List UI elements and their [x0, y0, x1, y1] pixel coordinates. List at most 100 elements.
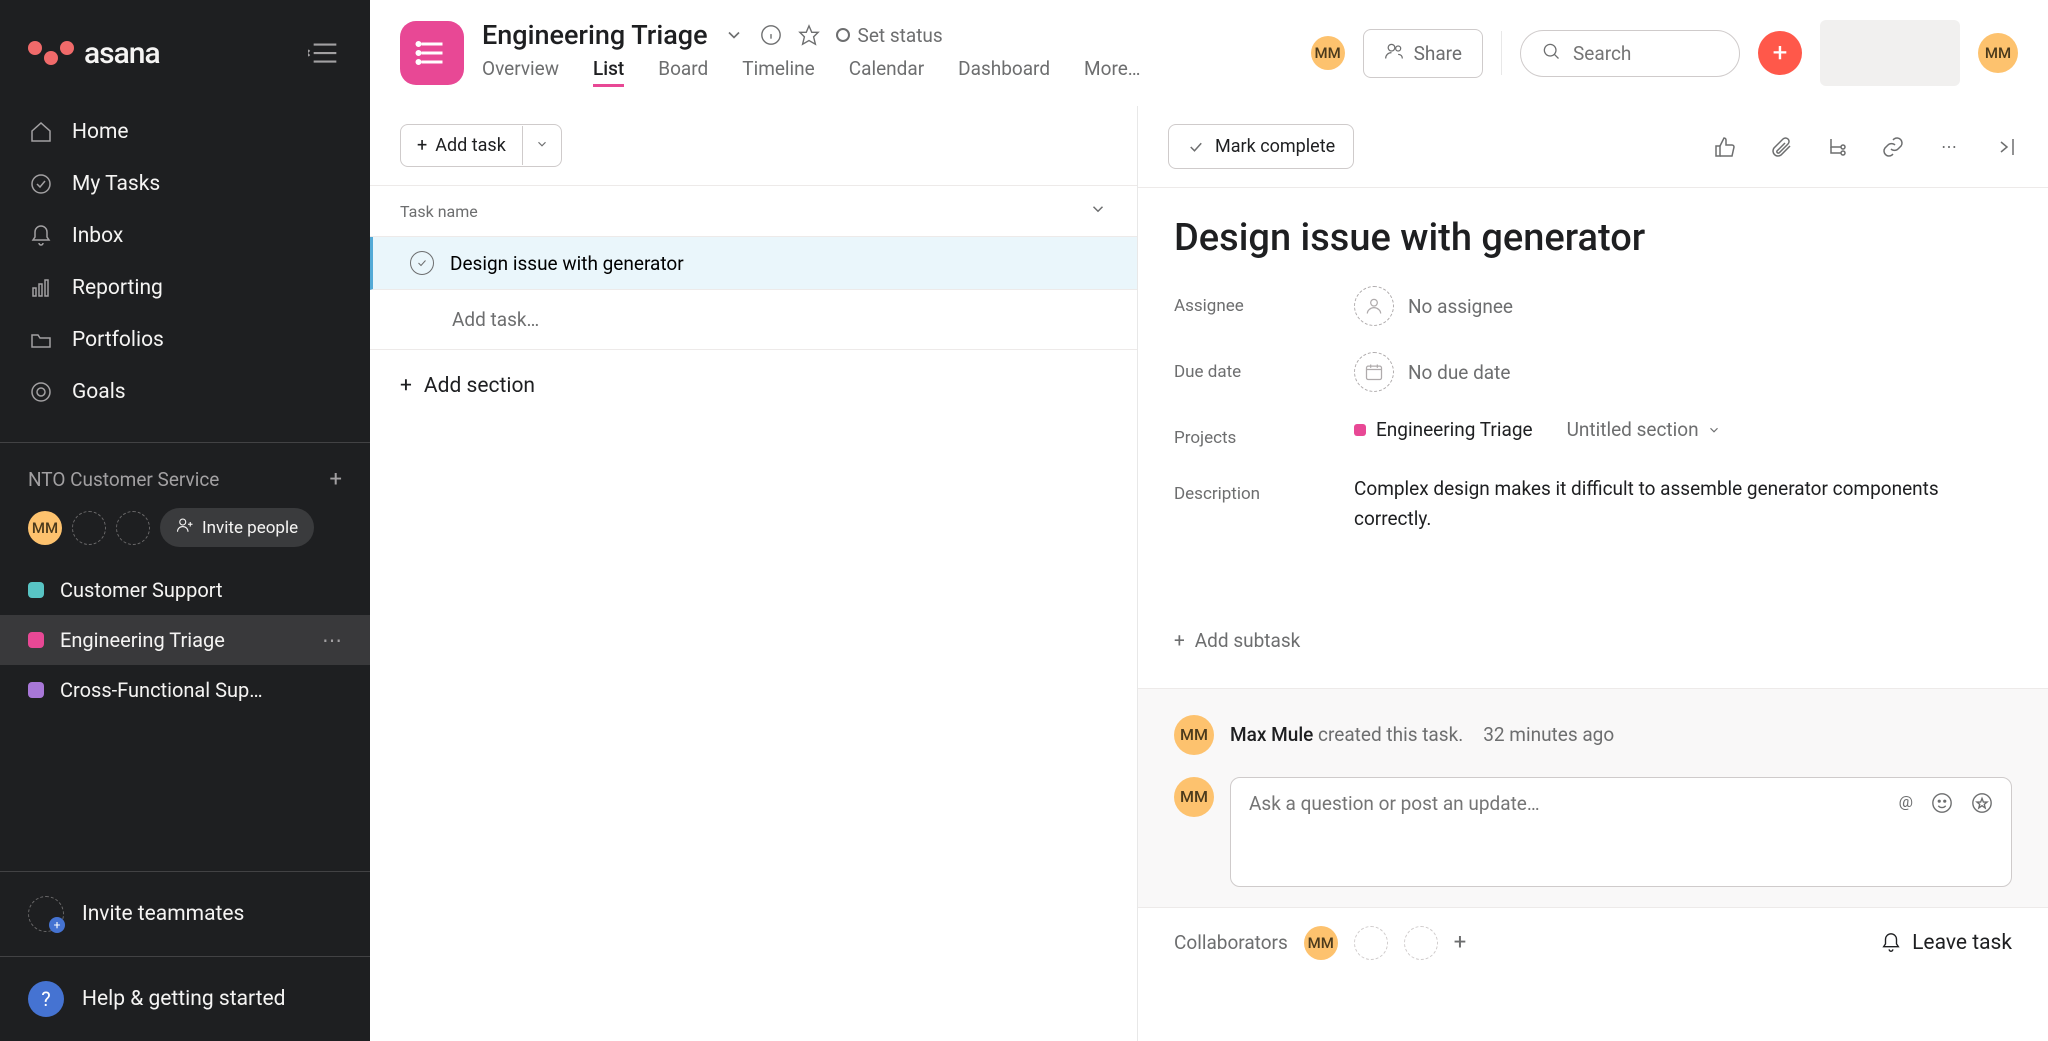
set-status-button[interactable]: Set status — [836, 24, 943, 47]
add-task-row[interactable]: Add task… — [370, 290, 1137, 350]
header-member-avatar[interactable]: MM — [1311, 36, 1345, 70]
plus-icon: + — [400, 374, 412, 398]
columns-header: Task name — [370, 186, 1137, 237]
collapse-sidebar-button[interactable] — [308, 36, 342, 70]
subtask-icon[interactable] — [1824, 134, 1850, 160]
user-icon — [1354, 286, 1394, 326]
tab-more[interactable]: More… — [1084, 57, 1140, 87]
tab-list[interactable]: List — [593, 57, 624, 87]
empty-collaborator[interactable] — [1404, 926, 1438, 960]
chevron-down-icon — [1707, 423, 1721, 437]
project-chip[interactable]: Engineering Triage — [1354, 418, 1533, 441]
target-icon — [28, 379, 54, 405]
plus-icon: + — [417, 135, 427, 156]
project-customer-support[interactable]: Customer Support — [0, 565, 370, 615]
star-icon[interactable] — [1971, 792, 1993, 818]
help-button[interactable]: ? Help & getting started — [0, 957, 370, 1041]
bar-chart-icon — [28, 275, 54, 301]
mention-icon[interactable]: @ — [1899, 792, 1913, 811]
invite-people-button[interactable]: Invite people — [160, 508, 314, 547]
nav-label: Goals — [72, 380, 126, 404]
folder-icon — [28, 327, 54, 353]
mark-complete-button[interactable]: Mark complete — [1168, 124, 1354, 169]
search-field[interactable] — [1573, 42, 1719, 65]
user-avatar[interactable]: MM — [1978, 33, 2018, 73]
global-add-button[interactable]: + — [1758, 31, 1802, 75]
project-cross-functional[interactable]: Cross-Functional Sup… — [0, 665, 370, 715]
add-task-caret[interactable] — [522, 126, 561, 165]
tab-board[interactable]: Board — [658, 57, 708, 87]
empty-collaborator[interactable] — [1354, 926, 1388, 960]
attachment-icon[interactable] — [1768, 134, 1794, 160]
search-icon — [1541, 41, 1561, 66]
section-selector[interactable]: Untitled section — [1567, 418, 1721, 441]
description-label: Description — [1174, 474, 1304, 504]
member-avatar[interactable]: MM — [28, 511, 62, 545]
upgrade-placeholder[interactable] — [1820, 20, 1960, 86]
home-icon — [28, 119, 54, 145]
project-engineering-triage[interactable]: Engineering Triage ⋯ — [0, 615, 370, 665]
nav-portfolios[interactable]: Portfolios — [0, 314, 370, 366]
column-menu-icon[interactable] — [1089, 200, 1107, 222]
nav-goals[interactable]: Goals — [0, 366, 370, 418]
project-menu-chevron-icon[interactable] — [724, 25, 744, 45]
people-icon — [1384, 41, 1404, 66]
emoji-icon[interactable] — [1931, 792, 1953, 818]
help-icon: ? — [28, 981, 64, 1017]
star-icon[interactable] — [798, 24, 820, 46]
link-icon[interactable] — [1880, 134, 1906, 160]
add-subtask-button[interactable]: + Add subtask — [1174, 621, 2012, 660]
plus-icon: + — [1174, 629, 1185, 652]
due-date-value[interactable]: No due date — [1354, 352, 1510, 392]
nav-reporting[interactable]: Reporting — [0, 262, 370, 314]
project-title: Engineering Triage — [482, 19, 708, 51]
comment-field[interactable] — [1249, 792, 1899, 815]
tab-calendar[interactable]: Calendar — [849, 57, 924, 87]
add-task-button[interactable]: + Add task — [400, 124, 562, 167]
more-icon[interactable]: ⋯ — [1936, 134, 1962, 160]
share-button[interactable]: Share — [1363, 29, 1483, 78]
activity-actor[interactable]: Max Mule — [1230, 723, 1313, 746]
like-icon[interactable] — [1712, 134, 1738, 160]
brand[interactable]: asana — [28, 36, 160, 71]
comment-avatar: MM — [1174, 777, 1214, 817]
info-icon[interactable] — [760, 24, 782, 46]
brand-text: asana — [84, 36, 160, 71]
tab-dashboard[interactable]: Dashboard — [958, 57, 1050, 87]
plus-icon[interactable]: + — [330, 467, 342, 492]
invite-teammates-button[interactable]: Invite teammates — [0, 872, 370, 956]
bell-icon — [28, 223, 54, 249]
task-row[interactable]: Design issue with generator — [370, 237, 1137, 290]
activity-entry: MM Max Mule created this task. 32 minute… — [1174, 715, 2012, 755]
user-plus-icon — [176, 516, 194, 539]
add-collaborator-icon[interactable]: + — [1454, 930, 1466, 955]
status-dot-icon — [836, 28, 850, 42]
task-title[interactable]: Design issue with generator — [1174, 216, 2012, 260]
tab-overview[interactable]: Overview — [482, 57, 559, 87]
nav-label: Home — [72, 120, 129, 144]
activity-action: created this task. — [1313, 723, 1463, 746]
calendar-icon — [1354, 352, 1394, 392]
header: Engineering Triage Set status Overview L… — [370, 0, 2048, 106]
tab-timeline[interactable]: Timeline — [742, 57, 815, 87]
comment-input[interactable]: @ — [1230, 777, 2012, 887]
collaborator-avatar[interactable]: MM — [1304, 926, 1338, 960]
workspace-header[interactable]: NTO Customer Service + — [0, 443, 370, 508]
assignee-value[interactable]: No assignee — [1354, 286, 1513, 326]
add-section-label: Add section — [424, 374, 535, 398]
add-section-button[interactable]: + Add section — [370, 350, 1137, 422]
description-text[interactable]: Complex design makes it difficult to ass… — [1354, 474, 1954, 535]
empty-avatar — [72, 511, 106, 545]
task-complete-toggle[interactable] — [410, 251, 434, 275]
search-input[interactable] — [1520, 30, 1740, 77]
user-plus-circle-icon — [28, 896, 64, 932]
close-panel-icon[interactable] — [1992, 134, 2018, 160]
project-more-icon[interactable]: ⋯ — [322, 628, 342, 652]
project-label: Engineering Triage — [60, 628, 306, 652]
share-label: Share — [1414, 42, 1462, 65]
leave-task-button[interactable]: Leave task — [1880, 931, 2012, 955]
set-status-label: Set status — [858, 24, 943, 47]
nav-home[interactable]: Home — [0, 106, 370, 158]
nav-my-tasks[interactable]: My Tasks — [0, 158, 370, 210]
nav-inbox[interactable]: Inbox — [0, 210, 370, 262]
